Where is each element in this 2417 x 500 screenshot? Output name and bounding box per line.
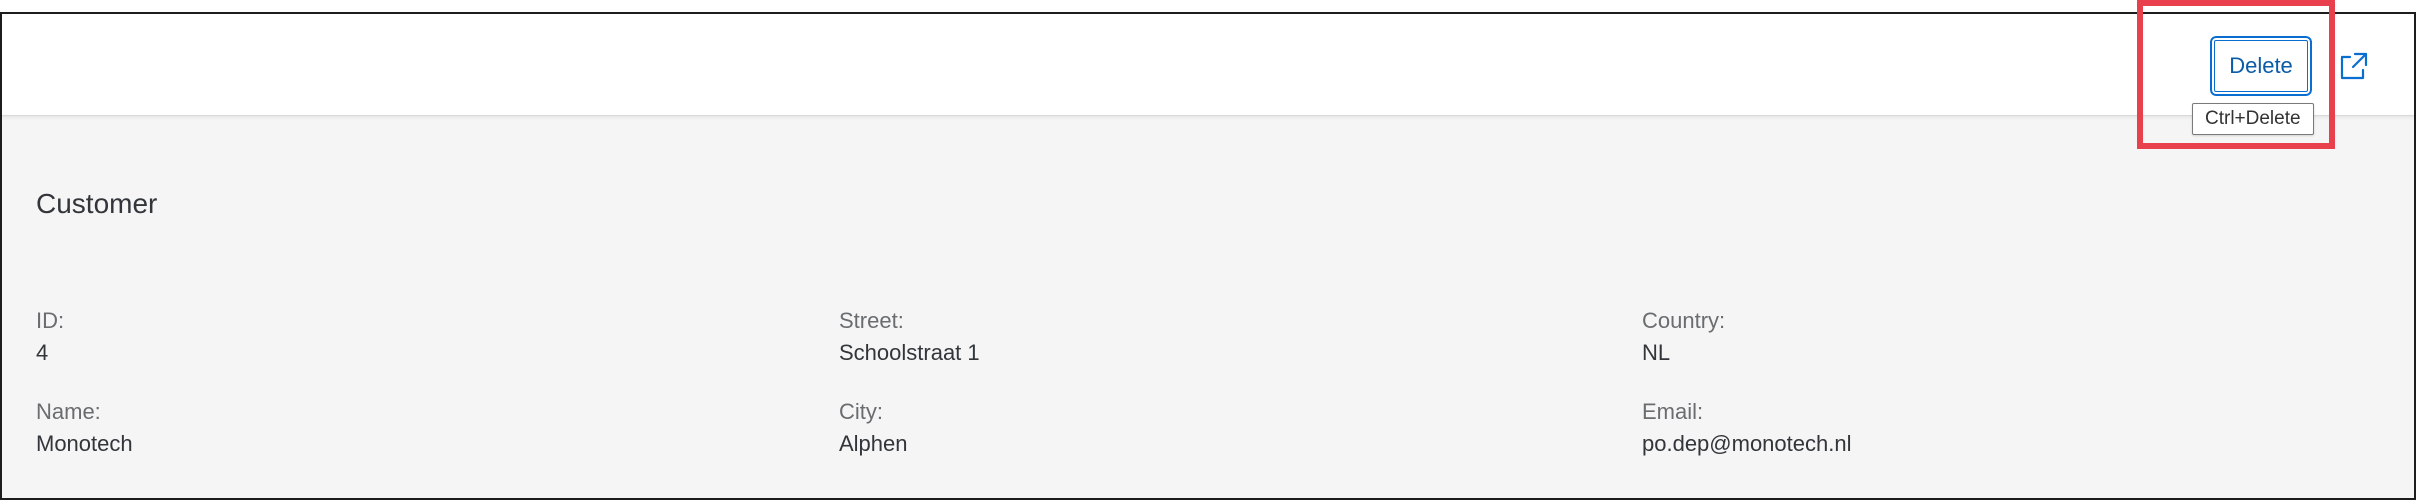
field-country: Country: NL bbox=[1642, 306, 1725, 370]
field-id-label: ID: bbox=[36, 308, 65, 333]
delete-tooltip: Ctrl+Delete bbox=[2192, 103, 2314, 135]
field-name: Name: Monotech bbox=[36, 397, 133, 461]
object-page: Delete Ctrl+Delete Customer ID: 4 Name: … bbox=[0, 12, 2416, 500]
header-toolbar: Delete Ctrl+Delete bbox=[2, 14, 2414, 135]
field-city: City: Alphen bbox=[839, 397, 908, 461]
field-email: Email: po.dep@monotech.nl bbox=[1642, 397, 1851, 461]
field-street: Street: Schoolstraat 1 bbox=[839, 306, 980, 370]
field-street-value: Schoolstraat 1 bbox=[839, 340, 980, 365]
share-button[interactable] bbox=[2332, 44, 2376, 88]
field-country-value: NL bbox=[1642, 340, 1671, 365]
field-id: ID: 4 bbox=[36, 306, 64, 370]
field-country-label: Country: bbox=[1642, 308, 1726, 333]
field-email-label: Email: bbox=[1642, 399, 1704, 424]
section-title: Customer bbox=[36, 188, 158, 219]
field-city-value: Alphen bbox=[839, 431, 908, 456]
field-street-label: Street: bbox=[839, 308, 904, 333]
delete-button[interactable]: Delete bbox=[2209, 35, 2313, 97]
field-id-value: 4 bbox=[36, 340, 49, 365]
field-name-label: Name: bbox=[36, 399, 101, 424]
field-email-value: po.dep@monotech.nl bbox=[1642, 431, 1852, 456]
field-name-value: Monotech bbox=[36, 431, 133, 456]
share-icon bbox=[2340, 52, 2368, 80]
field-city-label: City: bbox=[839, 399, 883, 424]
